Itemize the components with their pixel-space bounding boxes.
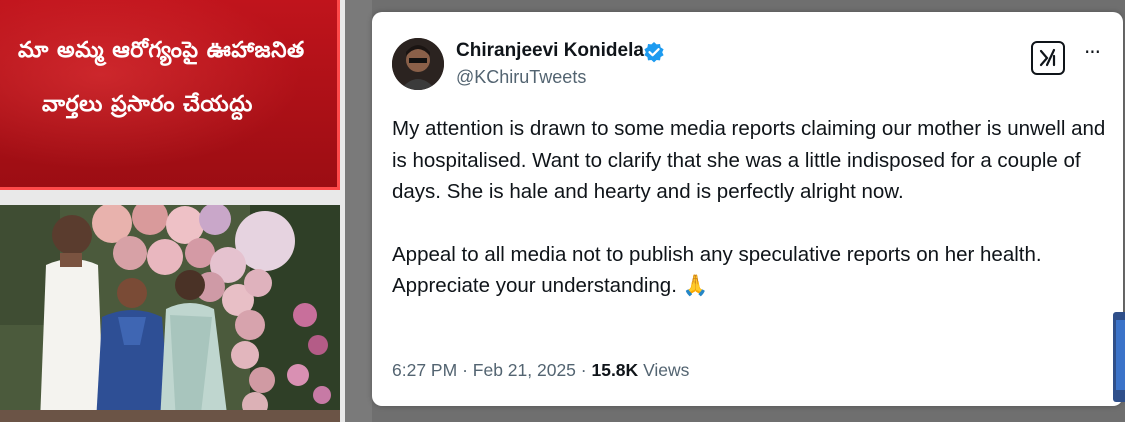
avatar[interactable] — [392, 38, 444, 90]
more-options-icon[interactable]: ··· — [1080, 42, 1104, 66]
headline-line-1: మా అమ్మ ఆరోగ్యంపై ఊహాజనిత — [18, 38, 305, 63]
family-photo — [0, 205, 340, 422]
family-photo-illustration — [0, 205, 340, 422]
tweet-paragraph-2: Appeal to all media not to publish any s… — [392, 239, 1112, 302]
edge-widget[interactable] — [1113, 312, 1125, 402]
meta-separator: · — [580, 360, 587, 380]
panel-divider — [345, 0, 372, 422]
meta-separator: · — [462, 360, 468, 380]
tweet-meta: 6:27 PM · Feb 21, 2025 · 15.8K Views — [392, 360, 689, 381]
tweet-card: Chiranjeevi Konidela @KChiruTweets ··· M… — [372, 12, 1123, 406]
news-panel: మా అమ్మ ఆరోగ్యంపై ఊహాజనిత వార్తలు ప్రసార… — [0, 0, 345, 422]
headline-line-2: వార్తలు ప్రసారం చేయద్దు — [42, 92, 253, 117]
grok-icon — [1039, 48, 1056, 67]
avatar-image — [392, 38, 444, 90]
folded-hands-icon: 🙏 — [682, 274, 709, 297]
tweet-paragraph-1: My attention is drawn to some media repo… — [392, 117, 1106, 203]
headline-box: మా అమ్మ ఆరోగ్యంపై ఊహాజనిత వార్తలు ప్రసార… — [0, 0, 340, 190]
edge-widget-inner — [1116, 320, 1125, 390]
views-label: Views — [643, 360, 690, 380]
views-count: 15.8K — [591, 360, 639, 380]
grok-button[interactable] — [1031, 41, 1065, 75]
author-name[interactable]: Chiranjeevi Konidela — [456, 40, 644, 62]
author-handle[interactable]: @KChiruTweets — [456, 67, 586, 88]
tweet-time[interactable]: 6:27 PM — [392, 360, 457, 380]
tweet-date[interactable]: Feb 21, 2025 — [473, 360, 576, 380]
tweet-body: My attention is drawn to some media repo… — [392, 113, 1112, 302]
tweet-paragraph-2-text: Appeal to all media not to publish any s… — [392, 242, 1042, 298]
verified-badge-icon — [644, 42, 664, 63]
